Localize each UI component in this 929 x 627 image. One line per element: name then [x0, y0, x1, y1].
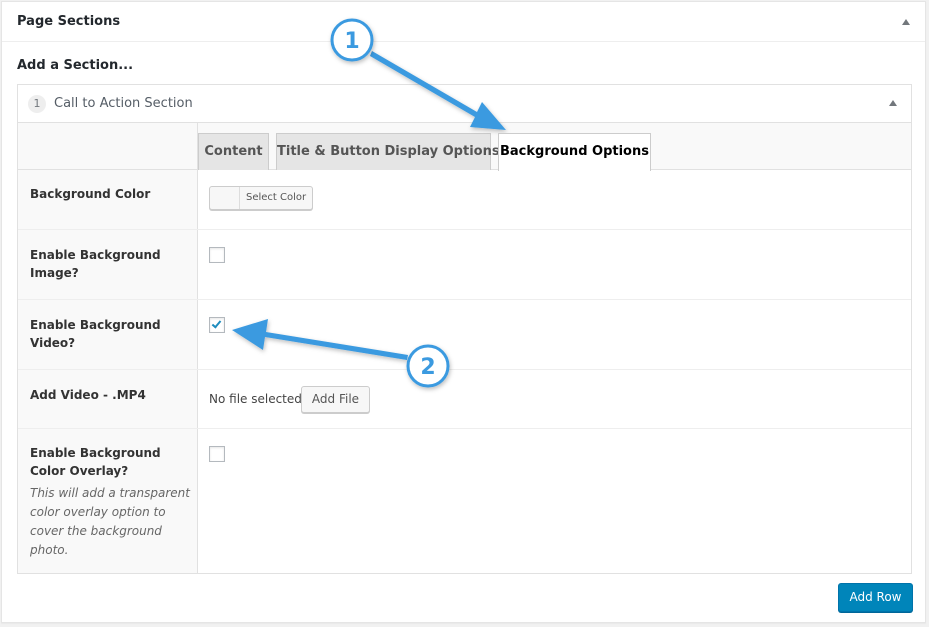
page-sections-postbox: Page Sections Add a Section... 1 Call to…	[1, 1, 926, 623]
tabs-bar: Content Title & Button Display Options B…	[18, 123, 911, 171]
postbox-title: Page Sections	[17, 14, 121, 29]
field-row-enable-background-image: Enable Background Image?	[18, 230, 911, 300]
add-row-button[interactable]: Add Row	[838, 583, 913, 612]
field-row-background-color: Background Color Select Color	[18, 170, 911, 230]
postbox-header[interactable]: Page Sections	[2, 2, 925, 42]
tabs-label-column	[18, 123, 198, 169]
field-row-add-video: Add Video - .MP4 No file selected Add Fi…	[18, 370, 911, 429]
select-color-button[interactable]: Select Color	[209, 186, 313, 210]
tab-background-options[interactable]: Background Options	[498, 133, 651, 171]
enable-background-video-checkbox[interactable]	[209, 317, 225, 333]
field-description: This will add a transparent color overla…	[30, 486, 190, 557]
add-section-label: Add a Section...	[17, 58, 134, 73]
file-status-text: No file selected	[209, 392, 302, 406]
section-name: Call to Action Section	[54, 96, 193, 111]
field-row-enable-background-video: Enable Background Video?	[18, 300, 911, 370]
field-row-enable-color-overlay: Enable Background Color Overlay? This wi…	[18, 429, 911, 573]
field-label-cell: Enable Background Image?	[18, 230, 198, 299]
triangle-up-icon[interactable]	[902, 19, 910, 25]
field-label: Enable Background Video?	[30, 318, 161, 350]
field-label: Enable Background Color Overlay?	[30, 446, 161, 478]
checkmark-icon	[211, 318, 222, 329]
enable-background-image-checkbox[interactable]	[209, 247, 225, 263]
tab-title-button-display-options[interactable]: Title & Button Display Options	[276, 133, 500, 170]
call-to-action-section: 1 Call to Action Section Content Title &…	[17, 84, 912, 574]
field-label: Enable Background Image?	[30, 248, 161, 280]
field-label-cell: Enable Background Color Overlay? This wi…	[18, 429, 198, 573]
section-number-badge: 1	[28, 95, 46, 113]
enable-color-overlay-checkbox[interactable]	[209, 446, 225, 462]
tab-content[interactable]: Content	[198, 133, 269, 170]
field-label: Background Color	[30, 187, 151, 201]
select-color-label: Select Color	[246, 192, 307, 203]
field-label: Add Video - .MP4	[30, 388, 146, 402]
triangle-up-icon[interactable]	[889, 100, 897, 106]
field-label-cell: Enable Background Video?	[18, 300, 198, 369]
field-label-cell: Add Video - .MP4	[18, 370, 198, 428]
section-header[interactable]: 1 Call to Action Section	[18, 85, 911, 123]
field-label-cell: Background Color	[18, 170, 198, 229]
add-file-button[interactable]: Add File	[301, 386, 370, 413]
color-swatch	[210, 187, 240, 209]
